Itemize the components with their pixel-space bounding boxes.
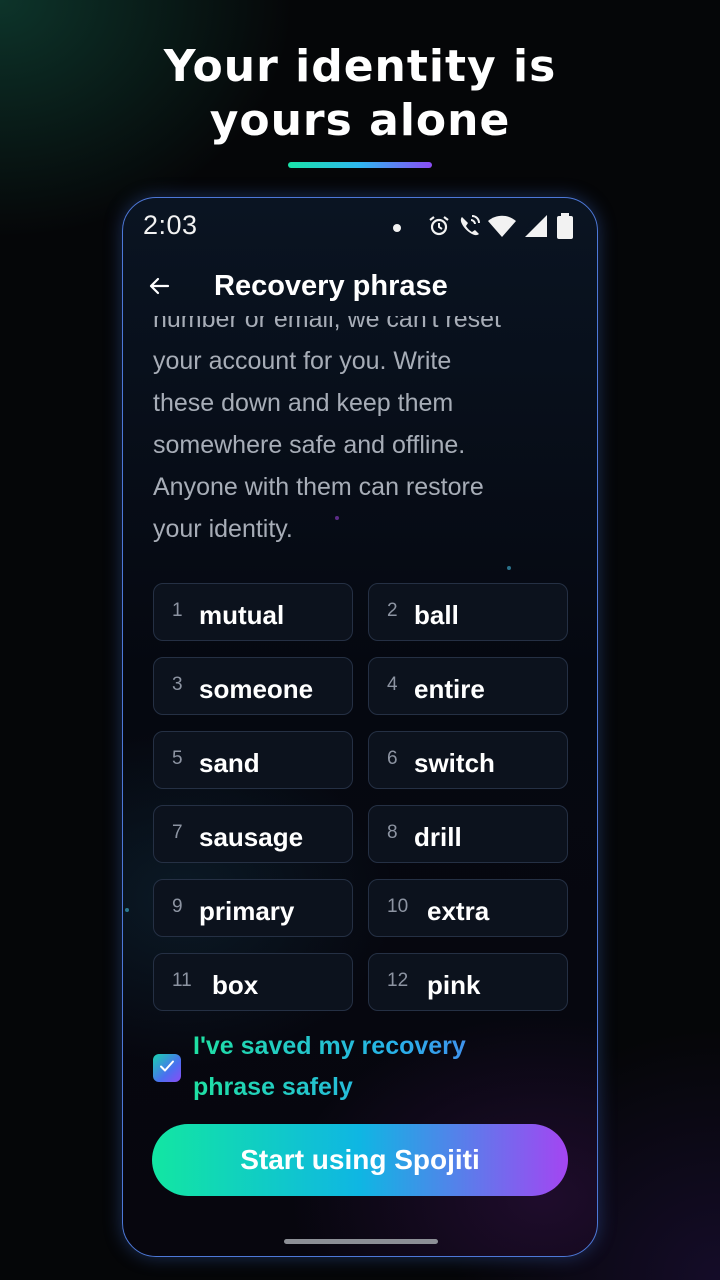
recovery-word: extra — [427, 896, 490, 926]
headline-accent-bar — [288, 162, 432, 168]
recovery-word-card: 3 someone — [153, 657, 353, 715]
word-number: 11 — [172, 970, 192, 991]
scroll-content[interactable]: number or email, we can't reset your acc… — [123, 316, 597, 1016]
arrow-left-icon — [147, 274, 171, 302]
headline-line-1: Your identity is — [163, 41, 557, 92]
home-indicator[interactable] — [284, 1239, 438, 1244]
recovery-word-card: 9 primary — [153, 879, 353, 937]
recovery-word-card: 10 extra — [368, 879, 568, 937]
wifi-icon — [487, 213, 517, 239]
recovery-word-card: 4 entire — [368, 657, 568, 715]
start-using-button[interactable]: Start using Spojiti — [152, 1124, 568, 1196]
recovery-word-card: 11 box — [153, 953, 353, 1011]
back-button[interactable] — [141, 270, 177, 306]
app-bar: Recovery phrase — [123, 260, 597, 316]
phone-frame: 2:03 Recovery phrase number or email, we… — [122, 197, 598, 1257]
description-line: your identity. — [153, 515, 293, 543]
word-number: 8 — [387, 822, 398, 843]
description-line: Anyone with them can restore — [153, 473, 484, 501]
word-number: 6 — [387, 748, 398, 769]
battery-icon — [555, 212, 575, 240]
headline: Your identity is yours alone — [0, 40, 720, 148]
word-number: 4 — [387, 674, 398, 695]
word-number: 5 — [172, 748, 183, 769]
word-number: 12 — [387, 970, 409, 991]
word-number: 3 — [172, 674, 183, 695]
recovery-word: drill — [414, 822, 462, 852]
recovery-word-card: 6 switch — [368, 731, 568, 789]
recovery-word: sausage — [199, 822, 304, 852]
description-line: number or email, we can't reset — [153, 316, 501, 333]
saved-confirmation-row[interactable]: I've saved my recovery phrase safely — [153, 1024, 573, 1114]
saved-checkbox[interactable] — [153, 1054, 181, 1082]
recovery-description: number or email, we can't reset your acc… — [153, 316, 563, 550]
recovery-word: primary — [199, 896, 295, 926]
status-bar: 2:03 — [123, 198, 597, 258]
word-number: 1 — [172, 600, 183, 621]
recovery-word: someone — [199, 674, 314, 704]
description-line: these down and keep them — [153, 389, 454, 417]
background-particle — [125, 908, 129, 912]
description-line: somewhere safe and offline. — [153, 431, 466, 459]
recovery-word-card: 2 ball — [368, 583, 568, 641]
notification-dot-icon — [393, 224, 401, 232]
recovery-word: mutual — [199, 600, 285, 630]
signal-icon — [523, 213, 549, 239]
recovery-word-card: 12 pink — [368, 953, 568, 1011]
recovery-word-card: 8 drill — [368, 805, 568, 863]
checkmark-icon — [158, 1057, 176, 1079]
recovery-word-card: 7 sausage — [153, 805, 353, 863]
recovery-word: box — [212, 970, 259, 1000]
recovery-word-card: 1 mutual — [153, 583, 353, 641]
recovery-word: entire — [414, 674, 485, 704]
recovery-word: pink — [427, 970, 481, 1000]
description-line: your account for you. Write — [153, 347, 452, 375]
word-number: 10 — [387, 896, 409, 917]
recovery-word: sand — [199, 748, 260, 778]
recovery-word: ball — [414, 600, 459, 630]
wifi-call-icon — [457, 214, 481, 238]
start-using-button-label: Start using Spojiti — [240, 1144, 480, 1175]
word-number: 9 — [172, 896, 183, 917]
headline-line-2: yours alone — [209, 95, 511, 146]
page-title: Recovery phrase — [214, 270, 448, 302]
recovery-word-card: 5 sand — [153, 731, 353, 789]
background-particle — [507, 566, 511, 570]
status-icons — [427, 212, 575, 240]
recovery-word: switch — [414, 748, 495, 778]
saved-checkbox-label[interactable]: I've saved my recovery phrase safely — [193, 1026, 553, 1108]
status-time: 2:03 — [143, 210, 198, 240]
alarm-icon — [427, 214, 451, 238]
word-number: 2 — [387, 600, 398, 621]
word-number: 7 — [172, 822, 183, 843]
